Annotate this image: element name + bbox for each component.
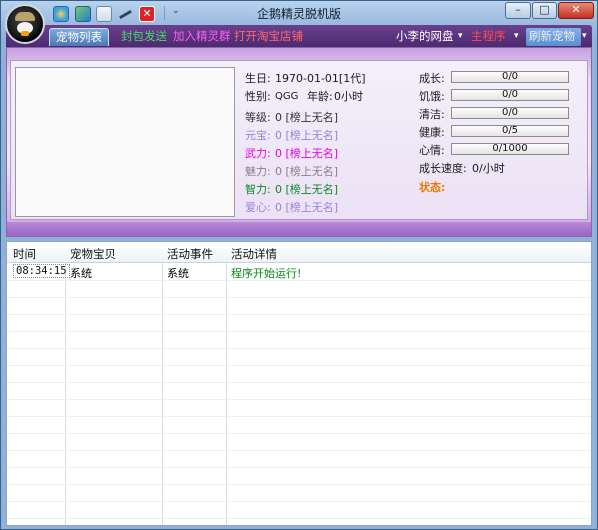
gender-label: 性别: [245, 90, 271, 103]
title-bar: ✕ ⌄ 企鹅精灵脱机版 – □ ✕ [1, 1, 597, 44]
aixin-label: 爱心: [245, 201, 271, 214]
chevron-down-icon[interactable]: ▾ [458, 28, 463, 46]
column-header-pet[interactable]: 宠物宝贝 [70, 246, 116, 262]
zhili-value: 0 [榜上无名] [275, 183, 339, 196]
meili-label: 魅力: [245, 165, 271, 178]
health-label: 健康: [419, 126, 445, 139]
growth-label: 成长: [419, 72, 445, 85]
meili-value: 0 [榜上无名] [275, 165, 339, 178]
speed-label: 成长速度: [419, 162, 467, 175]
row-pet: 系统 [70, 267, 92, 280]
hunger-value: 0/0 [501, 89, 519, 100]
gender-value: QGG [275, 91, 299, 102]
mood-bar: 0/1000 [451, 143, 569, 155]
pet-info-inner: 生日: 1970-01-01[1代] 性别: QGG 年龄: 0小时 等级: 0… [10, 60, 588, 220]
yuanbao-value: 0 [榜上无名] [275, 129, 339, 142]
row-divider [7, 280, 591, 281]
row-divider [7, 297, 591, 298]
row-divider [7, 314, 591, 315]
column-divider [162, 262, 163, 525]
health-value: 0/5 [501, 125, 519, 136]
maximize-button[interactable]: □ [532, 2, 557, 19]
health-bar: 0/5 [451, 125, 569, 137]
row-detail: 程序开始运行! [231, 267, 302, 280]
level-label: 等级: [245, 111, 271, 124]
hunger-bar: 0/0 [451, 89, 569, 101]
wuli-label: 武力: [245, 147, 271, 160]
main-program-menu[interactable]: 主程序 [471, 28, 506, 46]
app-window: ✕ ⌄ 企鹅精灵脱机版 – □ ✕ 宠物列表 封包发送 加入精灵群 打开淘宝店铺… [0, 0, 598, 530]
row-divider [7, 348, 591, 349]
growth-value: 0/0 [501, 71, 519, 82]
age-label: 年龄: [307, 90, 333, 103]
clean-value: 0/0 [501, 107, 519, 118]
column-header-detail[interactable]: 活动详情 [231, 246, 277, 262]
status-label: 状态: [419, 181, 446, 194]
hunger-label: 饥饿: [419, 90, 445, 103]
row-divider [7, 416, 591, 417]
row-divider [7, 331, 591, 332]
row-divider [7, 484, 591, 485]
mood-value: 0/1000 [492, 143, 528, 154]
nav-bar: 宠物列表 封包发送 加入精灵群 打开淘宝店铺 小李的网盘 ▾ 主程序 ▾ 刷新宠… [6, 25, 592, 47]
birthday-value: 1970-01-01[1代] [275, 72, 366, 85]
row-divider [7, 450, 591, 451]
tab-packet-send[interactable]: 封包发送 [121, 28, 167, 46]
refresh-pet-menu[interactable]: 刷新宠物 [526, 28, 581, 46]
pet-info-panel: 生日: 1970-01-01[1代] 性别: QGG 年龄: 0小时 等级: 0… [6, 47, 592, 237]
log-header: 时间 宠物宝贝 活动事件 活动详情 [7, 242, 591, 263]
minimize-button[interactable]: – [505, 2, 531, 19]
row-divider [7, 467, 591, 468]
penguin-logo-icon[interactable] [5, 4, 45, 44]
tab-pet-list[interactable]: 宠物列表 [49, 28, 109, 46]
row-divider [7, 518, 591, 519]
yuanbao-label: 元宝: [245, 129, 271, 142]
row-divider [7, 382, 591, 383]
row-divider [7, 365, 591, 366]
speed-value: 0/小时 [472, 162, 505, 175]
tab-join-group[interactable]: 加入精灵群 [173, 28, 231, 46]
row-divider [7, 399, 591, 400]
chevron-down-icon[interactable]: ▾ [514, 28, 519, 46]
netdisk-menu[interactable]: 小李的网盘 [396, 28, 454, 46]
growth-bar: 0/0 [451, 71, 569, 83]
clean-label: 清洁: [419, 108, 445, 121]
column-header-time[interactable]: 时间 [13, 246, 36, 262]
tab-open-shop[interactable]: 打开淘宝店铺 [234, 28, 303, 46]
column-divider [65, 262, 66, 525]
birthday-label: 生日: [245, 72, 271, 85]
row-time: 08:34:15 [13, 264, 70, 278]
activity-log[interactable]: 时间 宠物宝贝 活动事件 活动详情 08:34:15 系统 系统 程序开始运行! [6, 241, 592, 526]
close-button[interactable]: ✕ [558, 2, 594, 19]
age-value: 0小时 [334, 90, 363, 103]
aixin-value: 0 [榜上无名] [275, 201, 339, 214]
panel-footer [7, 222, 591, 236]
chevron-down-icon[interactable]: ▾ [582, 28, 587, 46]
wuli-value: 0 [榜上无名] [275, 147, 339, 160]
clean-bar: 0/0 [451, 107, 569, 119]
row-event: 系统 [167, 267, 189, 280]
row-divider [7, 433, 591, 434]
mood-label: 心情: [419, 144, 445, 157]
level-value: 0 [榜上无名] [275, 111, 339, 124]
row-divider [7, 501, 591, 502]
zhili-label: 智力: [245, 183, 271, 196]
column-header-event[interactable]: 活动事件 [167, 246, 213, 262]
pet-image-box [15, 67, 235, 217]
column-divider [226, 262, 227, 525]
